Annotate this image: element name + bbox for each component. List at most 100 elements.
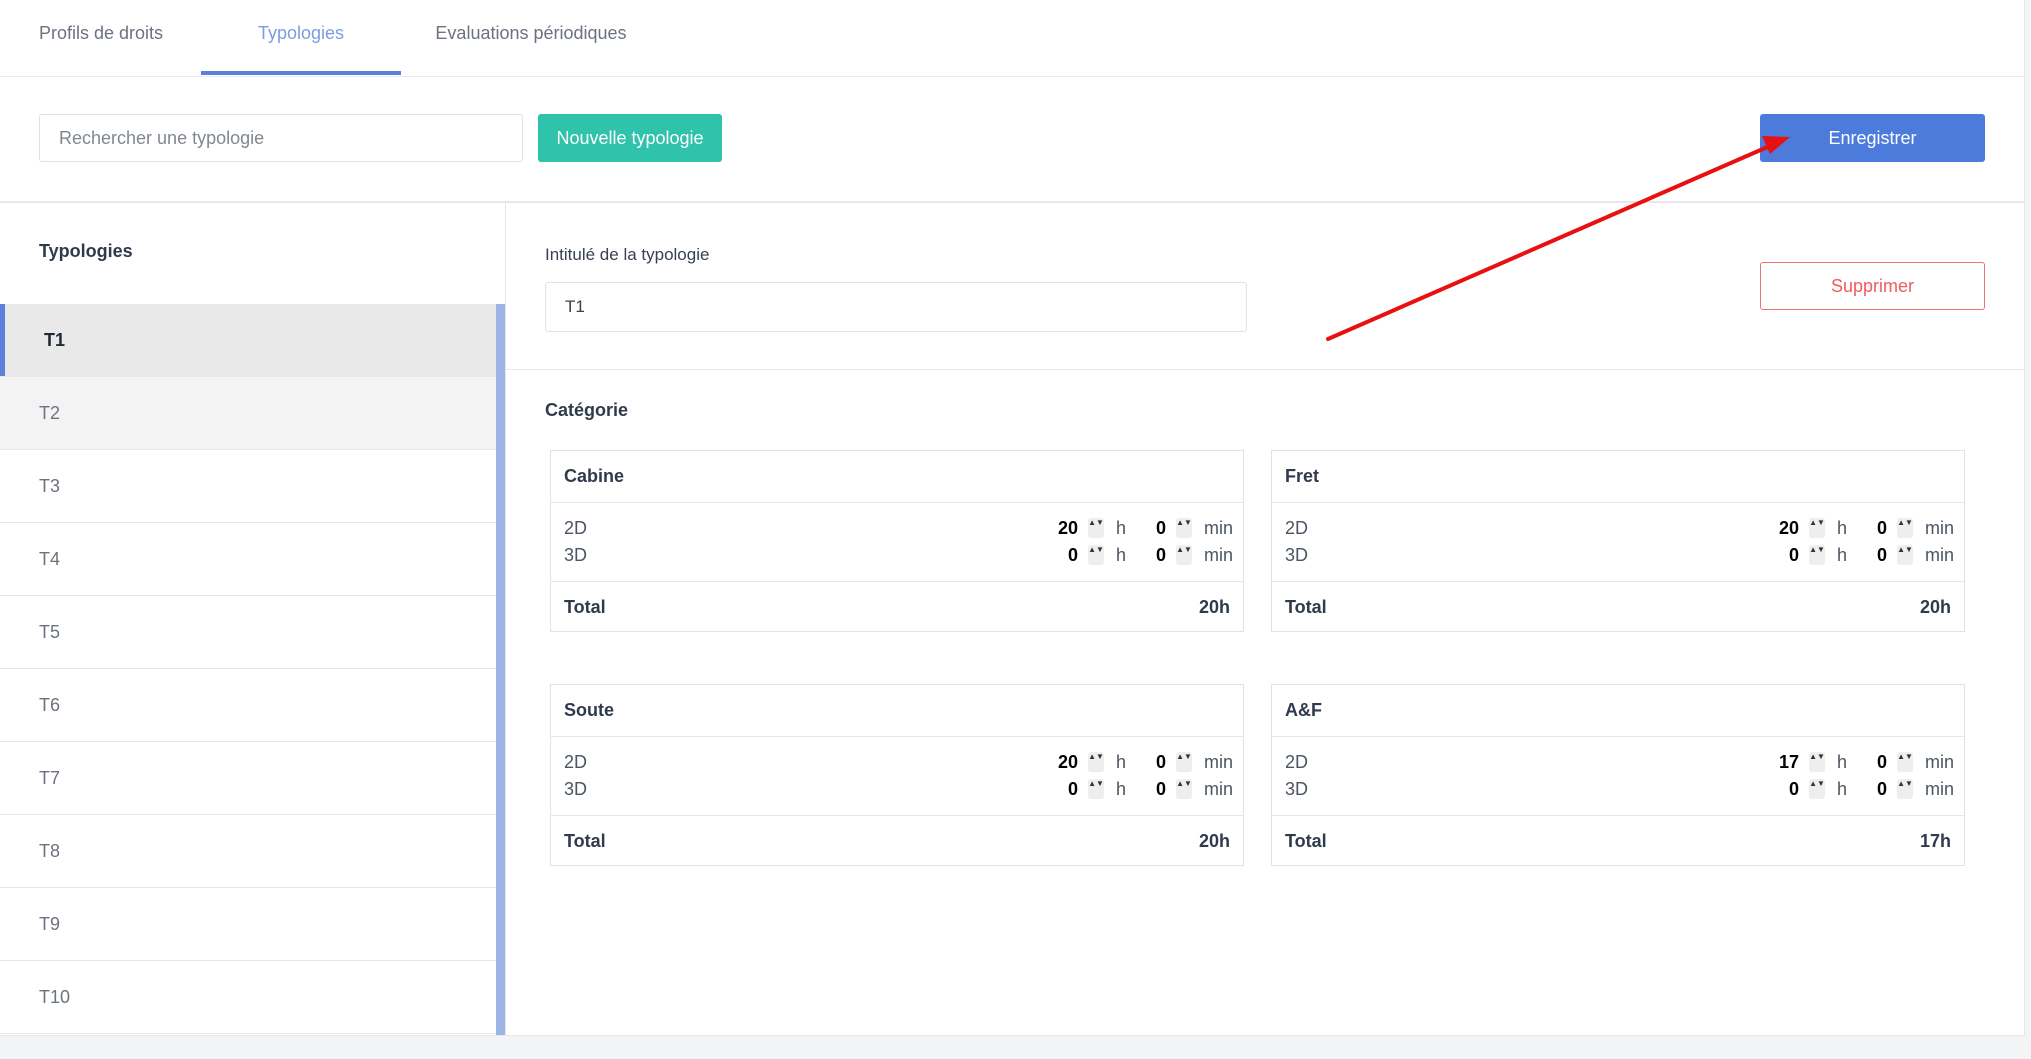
total-value: 17h: [1919, 831, 1951, 851]
minutes-unit: min: [1925, 518, 1955, 538]
card-body: 2D 20 ▲▼ h 0 ▲▼ min 3D 0 ▲▼ h 0 ▲▼ min: [551, 737, 1243, 816]
hours-stepper[interactable]: 0 ▲▼: [1034, 542, 1104, 568]
typology-sidebar: Typologies T1 T2 T3 T4 T5 T6 T7 T8 T9 T1…: [0, 203, 506, 1035]
minutes-unit: min: [1204, 545, 1234, 565]
sidebar-item-t9[interactable]: T9: [0, 888, 496, 961]
minutes-stepper[interactable]: 0 ▲▼: [1134, 542, 1192, 568]
tab-typologies[interactable]: Typologies: [201, 0, 401, 76]
spinner-icon[interactable]: ▲▼: [1176, 752, 1192, 772]
sidebar-scrollbar[interactable]: [496, 304, 505, 1035]
spinner-icon[interactable]: ▲▼: [1897, 752, 1913, 772]
spinner-icon[interactable]: ▲▼: [1809, 545, 1825, 565]
typology-name-label: Intitulé de la typologie: [545, 245, 710, 264]
search-input[interactable]: [39, 114, 523, 162]
spinner-icon[interactable]: ▲▼: [1897, 518, 1913, 538]
spinner-icon[interactable]: ▲▼: [1176, 518, 1192, 538]
sidebar-item-t7[interactable]: T7: [0, 742, 496, 815]
total-label: Total: [564, 597, 606, 617]
minutes-stepper[interactable]: 0 ▲▼: [1134, 515, 1192, 541]
tab-profils-de-droits[interactable]: Profils de droits: [0, 0, 202, 76]
minutes-value: 0: [1155, 752, 1166, 772]
save-button[interactable]: Enregistrer: [1760, 114, 1985, 162]
hours-unit: h: [1116, 779, 1127, 799]
duration-row-3d: 3D 0 ▲▼ h 0 ▲▼ min: [564, 776, 1233, 802]
spinner-icon[interactable]: ▲▼: [1088, 545, 1104, 565]
category-card-af: A&F 2D 17 ▲▼ h 0 ▲▼ min 3D 0 ▲▼ h 0 ▲▼ m…: [1271, 684, 1965, 866]
hours-stepper[interactable]: 17 ▲▼: [1755, 749, 1825, 775]
minutes-stepper[interactable]: 0 ▲▼: [1855, 542, 1913, 568]
hours-stepper[interactable]: 20 ▲▼: [1034, 749, 1104, 775]
spinner-icon[interactable]: ▲▼: [1088, 779, 1104, 799]
card-body: 2D 20 ▲▼ h 0 ▲▼ min 3D 0 ▲▼ h 0 ▲▼ min: [1272, 503, 1964, 582]
card-title: Soute: [551, 685, 1243, 737]
sidebar-item-t10[interactable]: T10: [0, 961, 496, 1034]
hours-unit: h: [1116, 752, 1127, 772]
row-label: 2D: [1285, 752, 1309, 772]
duration-row-3d: 3D 0 ▲▼ h 0 ▲▼ min: [1285, 542, 1954, 568]
duration-row-3d: 3D 0 ▲▼ h 0 ▲▼ min: [1285, 776, 1954, 802]
card-title: A&F: [1272, 685, 1964, 737]
card-footer: Total 20h: [1272, 582, 1964, 633]
hours-unit: h: [1837, 752, 1848, 772]
sidebar-title: Typologies: [39, 241, 133, 261]
minutes-value: 0: [1155, 545, 1166, 565]
spinner-icon[interactable]: ▲▼: [1176, 779, 1192, 799]
spinner-icon[interactable]: ▲▼: [1897, 779, 1913, 799]
row-label: 3D: [1285, 545, 1309, 565]
minutes-stepper[interactable]: 0 ▲▼: [1855, 515, 1913, 541]
sidebar-item-t3[interactable]: T3: [0, 450, 496, 523]
minutes-stepper[interactable]: 0 ▲▼: [1134, 749, 1192, 775]
hours-unit: h: [1837, 779, 1848, 799]
card-footer: Total 17h: [1272, 816, 1964, 867]
spinner-icon[interactable]: ▲▼: [1809, 779, 1825, 799]
tab-label: Evaluations périodiques: [435, 23, 627, 43]
hours-value: 20: [1057, 752, 1078, 772]
spinner-icon[interactable]: ▲▼: [1809, 752, 1825, 772]
sidebar-item-t1[interactable]: T1: [0, 304, 496, 377]
hours-stepper[interactable]: 20 ▲▼: [1755, 515, 1825, 541]
tab-label: Typologies: [257, 23, 345, 43]
hours-stepper[interactable]: 0 ▲▼: [1755, 542, 1825, 568]
tab-evaluations-periodiques[interactable]: Evaluations périodiques: [401, 0, 661, 76]
duration-row-2d: 2D 20 ▲▼ h 0 ▲▼ min: [564, 749, 1234, 775]
minutes-stepper[interactable]: 0 ▲▼: [1134, 776, 1192, 802]
row-label: 3D: [564, 545, 588, 565]
minutes-value: 0: [1876, 752, 1887, 772]
minutes-stepper[interactable]: 0 ▲▼: [1855, 776, 1913, 802]
minutes-value: 0: [1876, 518, 1887, 538]
hours-value: 20: [1057, 518, 1078, 538]
typology-name-input[interactable]: [545, 282, 1247, 332]
minutes-unit: min: [1204, 518, 1234, 538]
total-label: Total: [564, 831, 606, 851]
hours-value: 20: [1778, 518, 1799, 538]
spinner-icon[interactable]: ▲▼: [1809, 518, 1825, 538]
minutes-value: 0: [1876, 779, 1887, 799]
minutes-stepper[interactable]: 0 ▲▼: [1855, 749, 1913, 775]
sidebar-item-t8[interactable]: T8: [0, 815, 496, 888]
delete-button[interactable]: Supprimer: [1760, 262, 1985, 310]
sidebar-item-t5[interactable]: T5: [0, 596, 496, 669]
row-label: 2D: [564, 518, 588, 538]
row-label: 2D: [564, 752, 588, 772]
new-typology-button[interactable]: Nouvelle typologie: [538, 114, 722, 162]
hours-unit: h: [1116, 518, 1127, 538]
sidebar-item-t4[interactable]: T4: [0, 523, 496, 596]
sidebar-item-t6[interactable]: T6: [0, 669, 496, 742]
typology-detail: Intitulé de la typologie Supprimer Catég…: [506, 203, 2024, 1035]
spinner-icon[interactable]: ▲▼: [1088, 752, 1104, 772]
row-label: 3D: [564, 779, 588, 799]
hours-unit: h: [1837, 545, 1848, 565]
tab-bar: Profils de droits Typologies Evaluations…: [0, 0, 2024, 77]
card-title: Fret: [1272, 451, 1964, 503]
spinner-icon[interactable]: ▲▼: [1176, 545, 1192, 565]
minutes-unit: min: [1204, 752, 1234, 772]
hours-stepper[interactable]: 0 ▲▼: [1034, 776, 1104, 802]
spinner-icon[interactable]: ▲▼: [1088, 518, 1104, 538]
hours-stepper[interactable]: 20 ▲▼: [1034, 515, 1104, 541]
sidebar-item-t2[interactable]: T2: [0, 377, 496, 450]
hours-stepper[interactable]: 0 ▲▼: [1755, 776, 1825, 802]
spinner-icon[interactable]: ▲▼: [1897, 545, 1913, 565]
card-title: Cabine: [551, 451, 1243, 503]
card-footer: Total 20h: [551, 582, 1243, 633]
total-value: 20h: [1198, 597, 1230, 617]
